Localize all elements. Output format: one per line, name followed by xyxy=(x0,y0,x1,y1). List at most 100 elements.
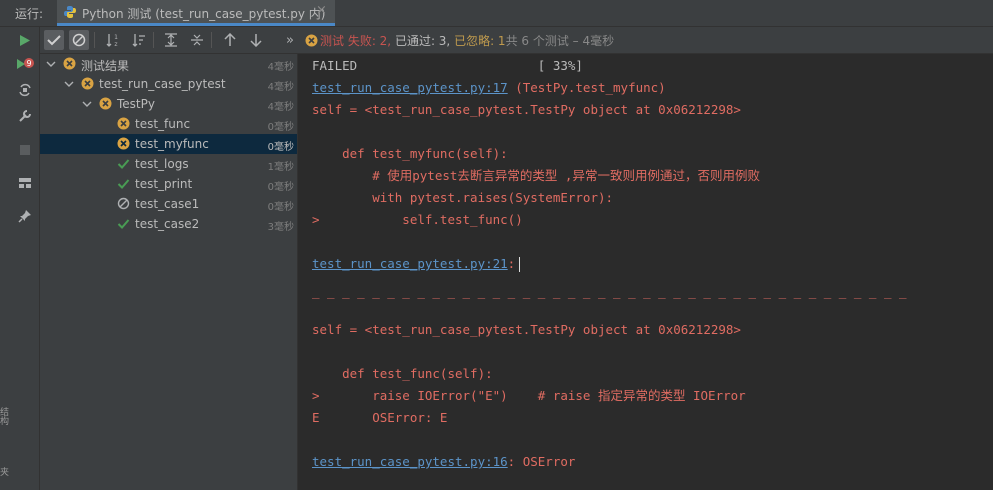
tree-row-duration: 3毫秒 xyxy=(267,222,294,233)
test-status-summary: 测试 失败: 2, 已通过: 3, 已忽略: 1共 6 个测试 – 4毫秒 xyxy=(320,32,614,49)
console-line: test_run_case_pytest.py:17 (TestPy.test_… xyxy=(312,79,666,97)
toolbar-separator xyxy=(94,32,95,48)
tree-row-test[interactable]: test_case1 0毫秒 xyxy=(40,194,297,214)
console-text: : OSError xyxy=(507,454,576,469)
tree-row-root[interactable]: 测试结果 4毫秒 xyxy=(40,54,297,74)
tree-row-label: test_logs xyxy=(135,157,189,171)
tree-row-test[interactable]: test_func 0毫秒 xyxy=(40,114,297,134)
layout-button[interactable] xyxy=(16,174,34,192)
show-passed-toggle[interactable] xyxy=(44,30,64,50)
source-link[interactable]: test_run_case_pytest.py:16 xyxy=(312,454,508,469)
run-tab-title: Python 测试 (test_run_case_pytest.py 内) xyxy=(82,7,326,21)
layout-icon xyxy=(19,178,31,188)
tree-row-label: test_print xyxy=(135,177,193,191)
console-line: _ _ _ _ _ _ _ _ _ _ _ _ _ _ _ _ _ _ _ _ … xyxy=(312,284,907,299)
chevron-down-icon[interactable] xyxy=(63,78,75,90)
tree-row-module[interactable]: test_run_case_pytest 4毫秒 xyxy=(40,74,297,94)
tree-row-label: test_run_case_pytest xyxy=(99,77,226,91)
pin-tab-button[interactable] xyxy=(16,207,34,225)
test-failed-icon xyxy=(99,97,112,110)
console-text: (TestPy.test_myfunc) xyxy=(507,80,666,95)
python-icon xyxy=(63,5,77,19)
test-failed-icon xyxy=(81,77,94,90)
console-line: E OSError: E xyxy=(312,410,448,425)
console-line: test_run_case_pytest.py:16: OSError xyxy=(312,453,575,471)
test-passed-icon xyxy=(117,177,130,190)
failed-status-icon xyxy=(301,30,321,50)
console-line: FAILED [ 33%] xyxy=(312,58,583,73)
test-failed-icon xyxy=(117,117,130,130)
console-line: # 使用pytest去断言异常的类型 ,异常一致则用例通过，否则用例败 xyxy=(312,168,760,183)
tree-row-label: 测试结果 xyxy=(81,59,130,73)
test-passed-icon xyxy=(117,157,130,170)
wrench-icon xyxy=(19,110,31,122)
settings-button[interactable] xyxy=(16,107,34,125)
show-ignored-toggle[interactable] xyxy=(69,30,89,50)
run-tab-python-test[interactable]: Python 测试 (test_run_case_pytest.py 内) × xyxy=(57,0,335,26)
sort-by-duration-button[interactable] xyxy=(129,30,149,50)
chevron-down-icon[interactable] xyxy=(45,58,57,70)
run-icon xyxy=(20,34,30,46)
next-failed-button[interactable] xyxy=(246,30,266,50)
toggle-auto-test-button[interactable] xyxy=(16,81,34,99)
rerun-failed-button[interactable]: 9 xyxy=(16,56,34,74)
console-line: > raise IOError("E") # raise 指定异常的类型 IOE… xyxy=(312,388,746,403)
toolbar-separator xyxy=(211,32,212,48)
run-label: 运行: xyxy=(15,7,44,21)
svg-text:1: 1 xyxy=(114,34,118,41)
structure-strip-label[interactable]: 结构 xyxy=(0,407,10,425)
console-line: test_run_case_pytest.py:21: xyxy=(312,255,521,273)
rerun-button[interactable] xyxy=(16,31,34,49)
source-link[interactable]: test_run_case_pytest.py:17 xyxy=(312,80,508,95)
sort-alpha-icon: 1z xyxy=(106,34,118,47)
tree-row-test[interactable]: test_print 0毫秒 xyxy=(40,174,297,194)
status-failed: 测试 失败: 2, xyxy=(320,34,392,48)
console-line: > self.test_func() xyxy=(312,212,523,227)
toolbar-separator xyxy=(153,32,154,48)
console-line: def test_myfunc(self): xyxy=(312,146,508,161)
console-line: with pytest.raises(SystemError): xyxy=(312,190,614,205)
svg-text:z: z xyxy=(114,41,117,47)
tree-row-duration: 1毫秒 xyxy=(267,162,294,173)
test-results-tree: 测试结果 4毫秒 test_run_case_pytest 4毫秒 TestPy… xyxy=(40,54,297,490)
tree-row-test[interactable]: test_logs 1毫秒 xyxy=(40,154,297,174)
sort-duration-icon xyxy=(132,34,145,47)
sort-alphabetically-button[interactable]: 1z xyxy=(103,30,123,50)
chevron-down-icon[interactable] xyxy=(81,98,93,110)
test-failed-icon xyxy=(63,57,76,70)
console-line: self = <test_run_case_pytest.TestPy obje… xyxy=(312,102,741,117)
tree-row-test-selected[interactable]: test_myfunc 0毫秒 xyxy=(40,134,297,154)
tree-row-duration: 0毫秒 xyxy=(267,182,294,193)
previous-failed-button[interactable] xyxy=(220,30,240,50)
tree-row-label: TestPy xyxy=(117,97,155,111)
close-tab-icon[interactable]: × xyxy=(316,3,327,18)
pin-icon xyxy=(18,210,31,223)
tree-row-test[interactable]: test_case2 3毫秒 xyxy=(40,214,297,234)
collapse-all-icon xyxy=(191,34,203,46)
tree-row-label: test_case2 xyxy=(135,217,200,231)
expand-all-button[interactable] xyxy=(161,30,181,50)
test-console-output[interactable]: FAILED [ 33%] test_run_case_pytest.py:17… xyxy=(299,54,993,490)
arrow-down-icon xyxy=(250,34,262,47)
text-cursor xyxy=(519,257,521,272)
status-total: 共 6 个测试 – 4毫秒 xyxy=(505,34,615,48)
svg-text:9: 9 xyxy=(26,59,31,68)
ignored-icon xyxy=(72,33,86,47)
console-line: def test_func(self): xyxy=(312,366,493,381)
tree-row-duration: 4毫秒 xyxy=(267,82,294,93)
more-actions-button[interactable]: » xyxy=(280,30,300,50)
tree-row-label: test_func xyxy=(135,117,191,131)
status-passed: 已通过: 3, xyxy=(391,34,451,48)
check-icon xyxy=(47,35,61,46)
rerun-failed-icon: 9 xyxy=(17,58,34,69)
run-vertical-toolbar: 9 xyxy=(11,27,40,490)
console-line: self = <test_run_case_pytest.TestPy obje… xyxy=(312,322,741,337)
status-ignored: 已忽略: 1 xyxy=(450,34,506,48)
tree-row-duration: 0毫秒 xyxy=(267,142,294,153)
run-tool-window-header: 运行: Python 测试 (test_run_case_pytest.py 内… xyxy=(0,0,993,27)
source-link[interactable]: test_run_case_pytest.py:21 xyxy=(312,256,508,271)
stop-button[interactable] xyxy=(16,141,34,159)
tree-row-class[interactable]: TestPy 4毫秒 xyxy=(40,94,297,114)
collapse-all-button[interactable] xyxy=(187,30,207,50)
test-failed-icon xyxy=(117,137,130,150)
